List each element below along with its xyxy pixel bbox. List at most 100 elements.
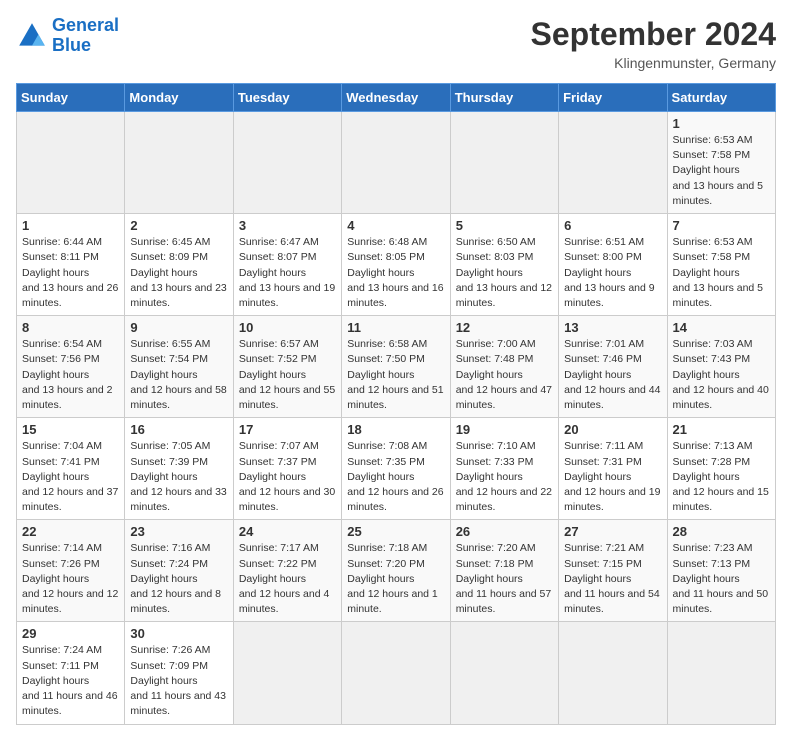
day-info: Sunrise: 7:11 AMSunset: 7:31 PMDaylight … [564,439,661,515]
calendar-cell [233,622,341,724]
day-info: Sunrise: 6:55 AMSunset: 7:54 PMDaylight … [130,337,227,413]
day-number: 16 [130,422,227,437]
day-info: Sunrise: 6:45 AMSunset: 8:09 PMDaylight … [130,235,227,311]
day-number: 20 [564,422,661,437]
day-info: Sunrise: 6:48 AMSunset: 8:05 PMDaylight … [347,235,444,311]
day-info: Sunrise: 7:13 AMSunset: 7:28 PMDaylight … [673,439,770,515]
day-info: Sunrise: 6:51 AMSunset: 8:00 PMDaylight … [564,235,661,311]
day-info: Sunrise: 6:53 AMSunset: 7:58 PMDaylight … [673,133,770,209]
day-number: 8 [22,320,119,335]
calendar-cell: 16 Sunrise: 7:05 AMSunset: 7:39 PMDaylig… [125,418,233,520]
calendar-cell: 4 Sunrise: 6:48 AMSunset: 8:05 PMDayligh… [342,214,450,316]
weekday-header-cell: Tuesday [233,84,341,112]
day-number: 12 [456,320,553,335]
weekday-header-cell: Friday [559,84,667,112]
day-number: 3 [239,218,336,233]
day-info: Sunrise: 7:21 AMSunset: 7:15 PMDaylight … [564,541,661,617]
day-number: 19 [456,422,553,437]
calendar-cell: 11 Sunrise: 6:58 AMSunset: 7:50 PMDaylig… [342,316,450,418]
calendar-cell [233,112,341,214]
title-block: September 2024 Klingenmunster, Germany [531,16,776,71]
day-info: Sunrise: 6:54 AMSunset: 7:56 PMDaylight … [22,337,119,413]
day-info: Sunrise: 7:00 AMSunset: 7:48 PMDaylight … [456,337,553,413]
day-number: 30 [130,626,227,641]
calendar-cell: 15 Sunrise: 7:04 AMSunset: 7:41 PMDaylig… [17,418,125,520]
day-info: Sunrise: 7:08 AMSunset: 7:35 PMDaylight … [347,439,444,515]
day-info: Sunrise: 7:17 AMSunset: 7:22 PMDaylight … [239,541,336,617]
day-info: Sunrise: 7:05 AMSunset: 7:39 PMDaylight … [130,439,227,515]
logo-icon [16,20,48,52]
calendar-cell: 24 Sunrise: 7:17 AMSunset: 7:22 PMDaylig… [233,520,341,622]
calendar-cell: 9 Sunrise: 6:55 AMSunset: 7:54 PMDayligh… [125,316,233,418]
day-number: 23 [130,524,227,539]
day-number: 17 [239,422,336,437]
calendar-cell: 10 Sunrise: 6:57 AMSunset: 7:52 PMDaylig… [233,316,341,418]
weekday-header-cell: Saturday [667,84,775,112]
calendar-cell: 26 Sunrise: 7:20 AMSunset: 7:18 PMDaylig… [450,520,558,622]
day-info: Sunrise: 6:53 AMSunset: 7:58 PMDaylight … [673,235,770,311]
day-info: Sunrise: 7:03 AMSunset: 7:43 PMDaylight … [673,337,770,413]
day-info: Sunrise: 6:58 AMSunset: 7:50 PMDaylight … [347,337,444,413]
calendar-cell [559,112,667,214]
calendar-cell [667,622,775,724]
calendar-cell: 27 Sunrise: 7:21 AMSunset: 7:15 PMDaylig… [559,520,667,622]
day-info: Sunrise: 6:50 AMSunset: 8:03 PMDaylight … [456,235,553,311]
day-number: 1 [673,116,770,131]
calendar-row: 1 Sunrise: 6:44 AMSunset: 8:11 PMDayligh… [17,214,776,316]
calendar-cell: 28 Sunrise: 7:23 AMSunset: 7:13 PMDaylig… [667,520,775,622]
day-number: 4 [347,218,444,233]
calendar-cell: 12 Sunrise: 7:00 AMSunset: 7:48 PMDaylig… [450,316,558,418]
calendar-cell: 14 Sunrise: 7:03 AMSunset: 7:43 PMDaylig… [667,316,775,418]
day-info: Sunrise: 7:14 AMSunset: 7:26 PMDaylight … [22,541,119,617]
calendar-row: 15 Sunrise: 7:04 AMSunset: 7:41 PMDaylig… [17,418,776,520]
logo: General Blue [16,16,119,56]
day-info: Sunrise: 7:26 AMSunset: 7:09 PMDaylight … [130,643,227,719]
location: Klingenmunster, Germany [531,55,776,71]
calendar-cell [559,622,667,724]
weekday-header-cell: Monday [125,84,233,112]
calendar-row: 1 Sunrise: 6:53 AMSunset: 7:58 PMDayligh… [17,112,776,214]
day-info: Sunrise: 7:18 AMSunset: 7:20 PMDaylight … [347,541,444,617]
day-number: 6 [564,218,661,233]
day-info: Sunrise: 6:57 AMSunset: 7:52 PMDaylight … [239,337,336,413]
calendar-row: 29 Sunrise: 7:24 AMSunset: 7:11 PMDaylig… [17,622,776,724]
calendar-cell [125,112,233,214]
calendar-cell: 22 Sunrise: 7:14 AMSunset: 7:26 PMDaylig… [17,520,125,622]
calendar-row: 22 Sunrise: 7:14 AMSunset: 7:26 PMDaylig… [17,520,776,622]
calendar-cell: 3 Sunrise: 6:47 AMSunset: 8:07 PMDayligh… [233,214,341,316]
day-number: 29 [22,626,119,641]
calendar-cell [450,622,558,724]
day-info: Sunrise: 6:44 AMSunset: 8:11 PMDaylight … [22,235,119,311]
calendar-cell: 19 Sunrise: 7:10 AMSunset: 7:33 PMDaylig… [450,418,558,520]
day-number: 15 [22,422,119,437]
day-info: Sunrise: 7:10 AMSunset: 7:33 PMDaylight … [456,439,553,515]
calendar-table: SundayMondayTuesdayWednesdayThursdayFrid… [16,83,776,725]
day-number: 10 [239,320,336,335]
calendar-cell: 7 Sunrise: 6:53 AMSunset: 7:58 PMDayligh… [667,214,775,316]
day-number: 11 [347,320,444,335]
day-info: Sunrise: 6:47 AMSunset: 8:07 PMDaylight … [239,235,336,311]
calendar-cell: 21 Sunrise: 7:13 AMSunset: 7:28 PMDaylig… [667,418,775,520]
day-info: Sunrise: 7:23 AMSunset: 7:13 PMDaylight … [673,541,770,617]
day-number: 7 [673,218,770,233]
day-number: 26 [456,524,553,539]
calendar-cell [450,112,558,214]
day-number: 14 [673,320,770,335]
calendar-cell: 6 Sunrise: 6:51 AMSunset: 8:00 PMDayligh… [559,214,667,316]
day-number: 18 [347,422,444,437]
calendar-cell [342,112,450,214]
day-info: Sunrise: 7:01 AMSunset: 7:46 PMDaylight … [564,337,661,413]
day-number: 5 [456,218,553,233]
calendar-cell: 2 Sunrise: 6:45 AMSunset: 8:09 PMDayligh… [125,214,233,316]
month-title: September 2024 [531,16,776,53]
calendar-cell: 13 Sunrise: 7:01 AMSunset: 7:46 PMDaylig… [559,316,667,418]
day-number: 22 [22,524,119,539]
calendar-cell: 25 Sunrise: 7:18 AMSunset: 7:20 PMDaylig… [342,520,450,622]
calendar-cell: 20 Sunrise: 7:11 AMSunset: 7:31 PMDaylig… [559,418,667,520]
day-info: Sunrise: 7:24 AMSunset: 7:11 PMDaylight … [22,643,119,719]
weekday-header-cell: Thursday [450,84,558,112]
calendar-row: 8 Sunrise: 6:54 AMSunset: 7:56 PMDayligh… [17,316,776,418]
calendar-cell: 17 Sunrise: 7:07 AMSunset: 7:37 PMDaylig… [233,418,341,520]
calendar-cell: 1 Sunrise: 6:53 AMSunset: 7:58 PMDayligh… [667,112,775,214]
day-info: Sunrise: 7:16 AMSunset: 7:24 PMDaylight … [130,541,227,617]
